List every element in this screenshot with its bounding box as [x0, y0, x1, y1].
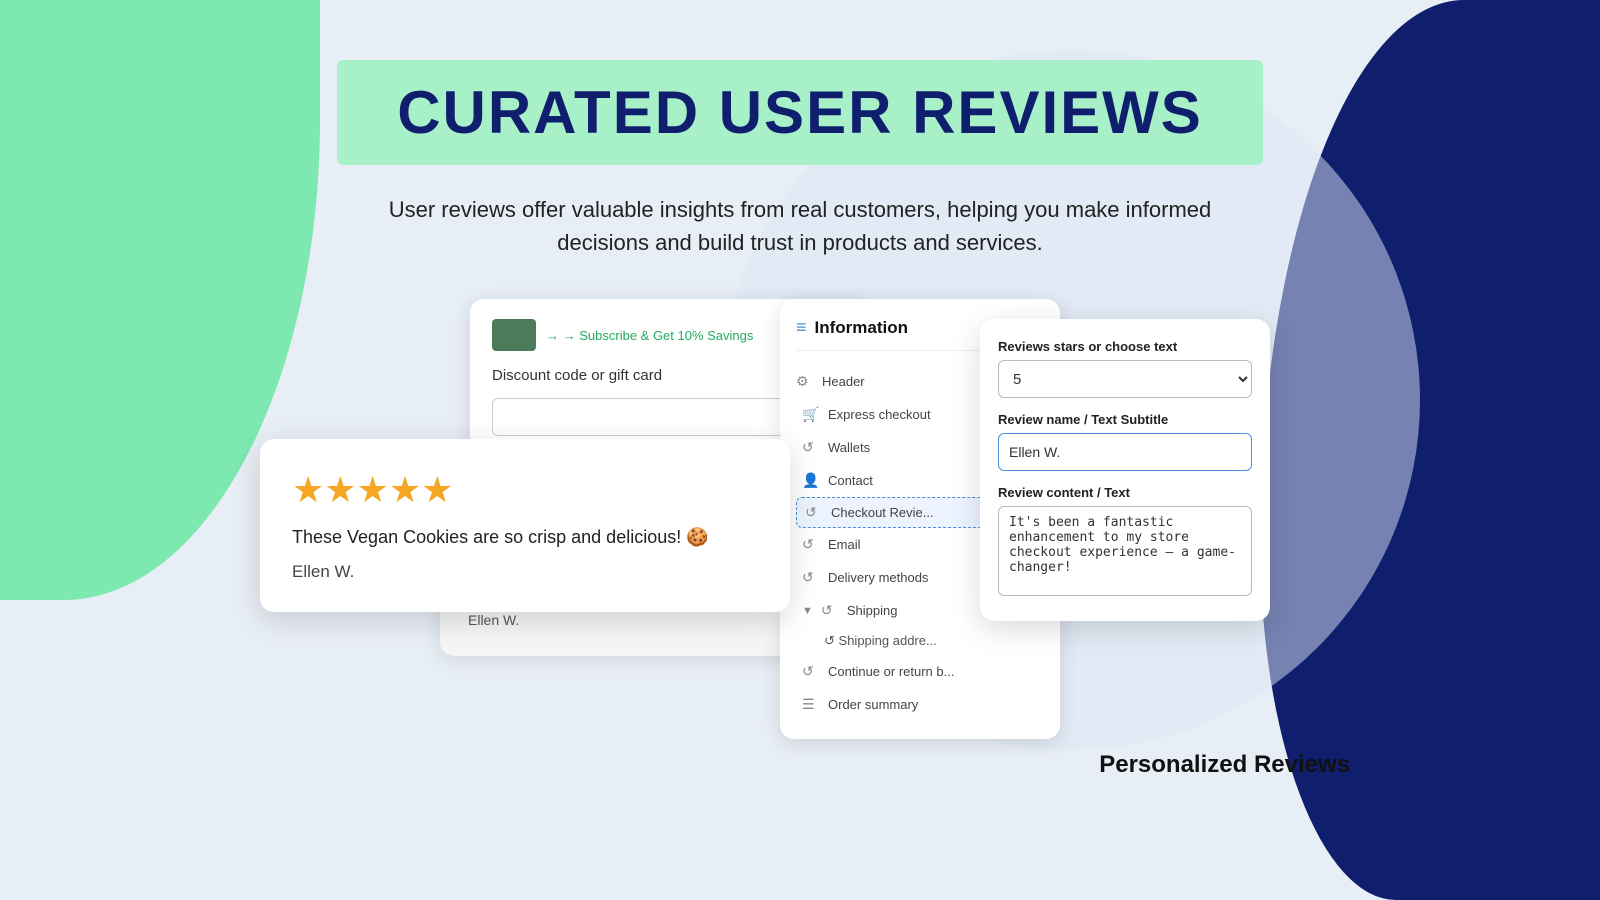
- promo-link[interactable]: → → Subscribe & Get 10% Savings: [546, 328, 753, 343]
- chevron-down-icon: ▼: [802, 605, 813, 617]
- info-menu-checkout-label: Checkout Revie...: [831, 505, 934, 520]
- review-front-text: These Vegan Cookies are so crisp and del…: [292, 527, 758, 548]
- info-menu-continue[interactable]: ↺ Continue or return b...: [796, 655, 1044, 688]
- settings-icon: ⚙: [796, 373, 814, 390]
- reviewer-name-input[interactable]: [998, 433, 1252, 471]
- person-icon: 👤: [802, 472, 820, 489]
- info-menu-shipping-address[interactable]: ↺ Shipping addre...: [796, 627, 1044, 655]
- promo-text: → Subscribe & Get 10% Savings: [563, 328, 754, 343]
- page-subtitle: User reviews offer valuable insights fro…: [370, 193, 1230, 259]
- review-form-panel: Reviews stars or choose text 5 4 3 2 1 R…: [980, 319, 1270, 621]
- promo-image: [492, 319, 536, 351]
- stars-form-label: Reviews stars or choose text: [998, 339, 1252, 354]
- page-title: CURATED USER REVIEWS: [397, 78, 1203, 147]
- info-menu-continue-label: Continue or return b...: [828, 664, 954, 679]
- refresh-icon-7: ↺: [802, 663, 820, 680]
- refresh-icon-6: ↺: [824, 633, 835, 648]
- screenshots-area: ★★★★★ These Vegan Cookies are so crisp a…: [200, 299, 1400, 719]
- info-menu-email-label: Email: [828, 537, 861, 552]
- stars-select[interactable]: 5 4 3 2 1: [998, 360, 1252, 398]
- refresh-icon-1: ↺: [802, 439, 820, 456]
- info-menu-wallets-label: Wallets: [828, 440, 870, 455]
- info-menu-shipping-label: Shipping: [847, 603, 898, 618]
- info-menu-express-label: Express checkout: [828, 407, 931, 422]
- info-menu-address-label: Shipping addre...: [839, 633, 937, 648]
- info-menu-order-label: Order summary: [828, 697, 918, 712]
- refresh-icon-2: ↺: [805, 504, 823, 521]
- review-front-stars: ★★★★★: [292, 469, 758, 511]
- review-content-textarea[interactable]: It's been a fantastic enhancement to my …: [998, 506, 1252, 596]
- content-form-label: Review content / Text: [998, 485, 1252, 500]
- info-menu-order-summary[interactable]: ☰ Order summary: [796, 688, 1044, 721]
- review-card-front: ★★★★★ These Vegan Cookies are so crisp a…: [260, 439, 790, 612]
- refresh-icon-5: ↺: [821, 602, 839, 619]
- discount-input[interactable]: [492, 398, 798, 436]
- review-front-author: Ellen W.: [292, 562, 758, 582]
- name-form-label: Review name / Text Subtitle: [998, 412, 1252, 427]
- review-back-author: Ellen W.: [468, 612, 802, 628]
- personalized-reviews-label: Personalized Reviews: [1099, 751, 1350, 779]
- refresh-icon-4: ↺: [802, 569, 820, 586]
- refresh-icon-3: ↺: [802, 536, 820, 553]
- stars-select-wrap[interactable]: 5 4 3 2 1: [998, 360, 1252, 398]
- info-panel-icon: ≡: [796, 317, 807, 338]
- title-banner: CURATED USER REVIEWS: [337, 60, 1263, 165]
- page-content: CURATED USER REVIEWS User reviews offer …: [0, 0, 1600, 719]
- list-icon: ☰: [802, 696, 820, 713]
- info-menu-header-label: Header: [822, 374, 865, 389]
- promo-arrow-icon: →: [546, 328, 559, 343]
- cart-icon: 🛒: [802, 406, 820, 423]
- info-menu-delivery-label: Delivery methods: [828, 570, 928, 585]
- info-panel-title: Information: [815, 318, 909, 338]
- info-menu-contact-label: Contact: [828, 473, 873, 488]
